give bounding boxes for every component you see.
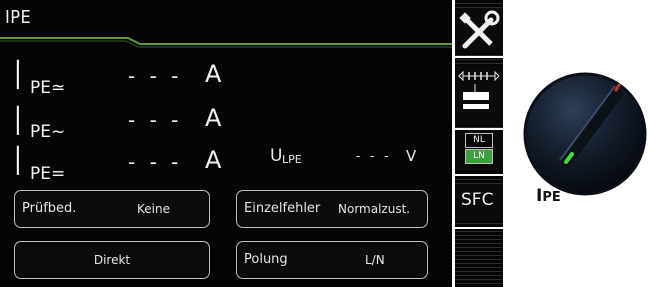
sfc-label: SFC: [461, 190, 494, 210]
param-value: Direkt: [93, 253, 131, 267]
polarity-softkey[interactable]: NL LN: [455, 130, 503, 172]
device-screen: IPE I PE≃ - - - A I PE~ - - - A I PE= - …: [0, 0, 452, 287]
param-button-pruefbed[interactable]: Prüfbed. Keine: [14, 190, 210, 228]
voltage-unit: V: [406, 147, 417, 165]
rotary-selector-knob[interactable]: [518, 68, 648, 198]
voltage-readout: U LPE - - - V: [270, 146, 450, 176]
probe-icon: [458, 70, 500, 109]
param-button-polung[interactable]: Polung L/N: [236, 241, 428, 279]
softkey-separator: [452, 174, 503, 176]
voltage-subscript: LPE: [282, 153, 302, 166]
param-button-einzelfehler[interactable]: Einzelfehler Normalzust.: [236, 190, 428, 228]
settings-softkey[interactable]: [455, 8, 503, 54]
measurement-value: - - -: [128, 108, 183, 132]
measurement-ipe-ac: I PE~ - - - A: [0, 102, 452, 146]
sfc-softkey[interactable]: SFC: [455, 184, 503, 220]
param-label: Prüfbed.: [22, 201, 77, 216]
param-button-direkt[interactable]: Direkt: [14, 241, 210, 279]
knob-label-sub: PE: [542, 190, 561, 205]
voltage-value: - - -: [356, 149, 392, 163]
measurement-unit: A: [205, 60, 222, 88]
param-label: Polung: [244, 252, 288, 267]
probe-softkey[interactable]: [455, 66, 503, 126]
measurement-value: - - -: [128, 64, 183, 88]
measurement-subscript: PE≃: [30, 78, 66, 98]
measurement-ipe-ac-dc: I PE≃ - - - A: [0, 56, 452, 100]
measurement-symbol: I: [12, 99, 24, 145]
param-value: Normalzust.: [338, 202, 411, 216]
softkey-separator: [452, 227, 503, 229]
measurement-symbol: I: [12, 139, 24, 185]
title-underline: [0, 37, 452, 48]
measurement-symbol: I: [12, 53, 24, 99]
knob-graphic: [523, 72, 647, 196]
softkey-separator: [452, 56, 503, 58]
tools-icon: [459, 10, 500, 49]
page-title: IPE: [5, 7, 32, 28]
softkey-column: NL LN SFC: [452, 0, 503, 287]
measurement-unit: A: [205, 146, 222, 174]
knob-position-label: IPE: [536, 186, 561, 206]
measurement-subscript: PE~: [30, 122, 66, 142]
nl-option: NL: [465, 133, 493, 148]
param-value: L/N: [365, 253, 385, 267]
measurement-subscript: PE=: [30, 164, 66, 184]
voltage-symbol: U: [270, 146, 283, 166]
measurement-value: - - -: [128, 150, 183, 174]
ln-option-active: LN: [465, 149, 493, 164]
param-label: Einzelfehler: [244, 201, 321, 216]
measurement-unit: A: [205, 104, 222, 132]
param-value: Keine: [137, 202, 170, 216]
